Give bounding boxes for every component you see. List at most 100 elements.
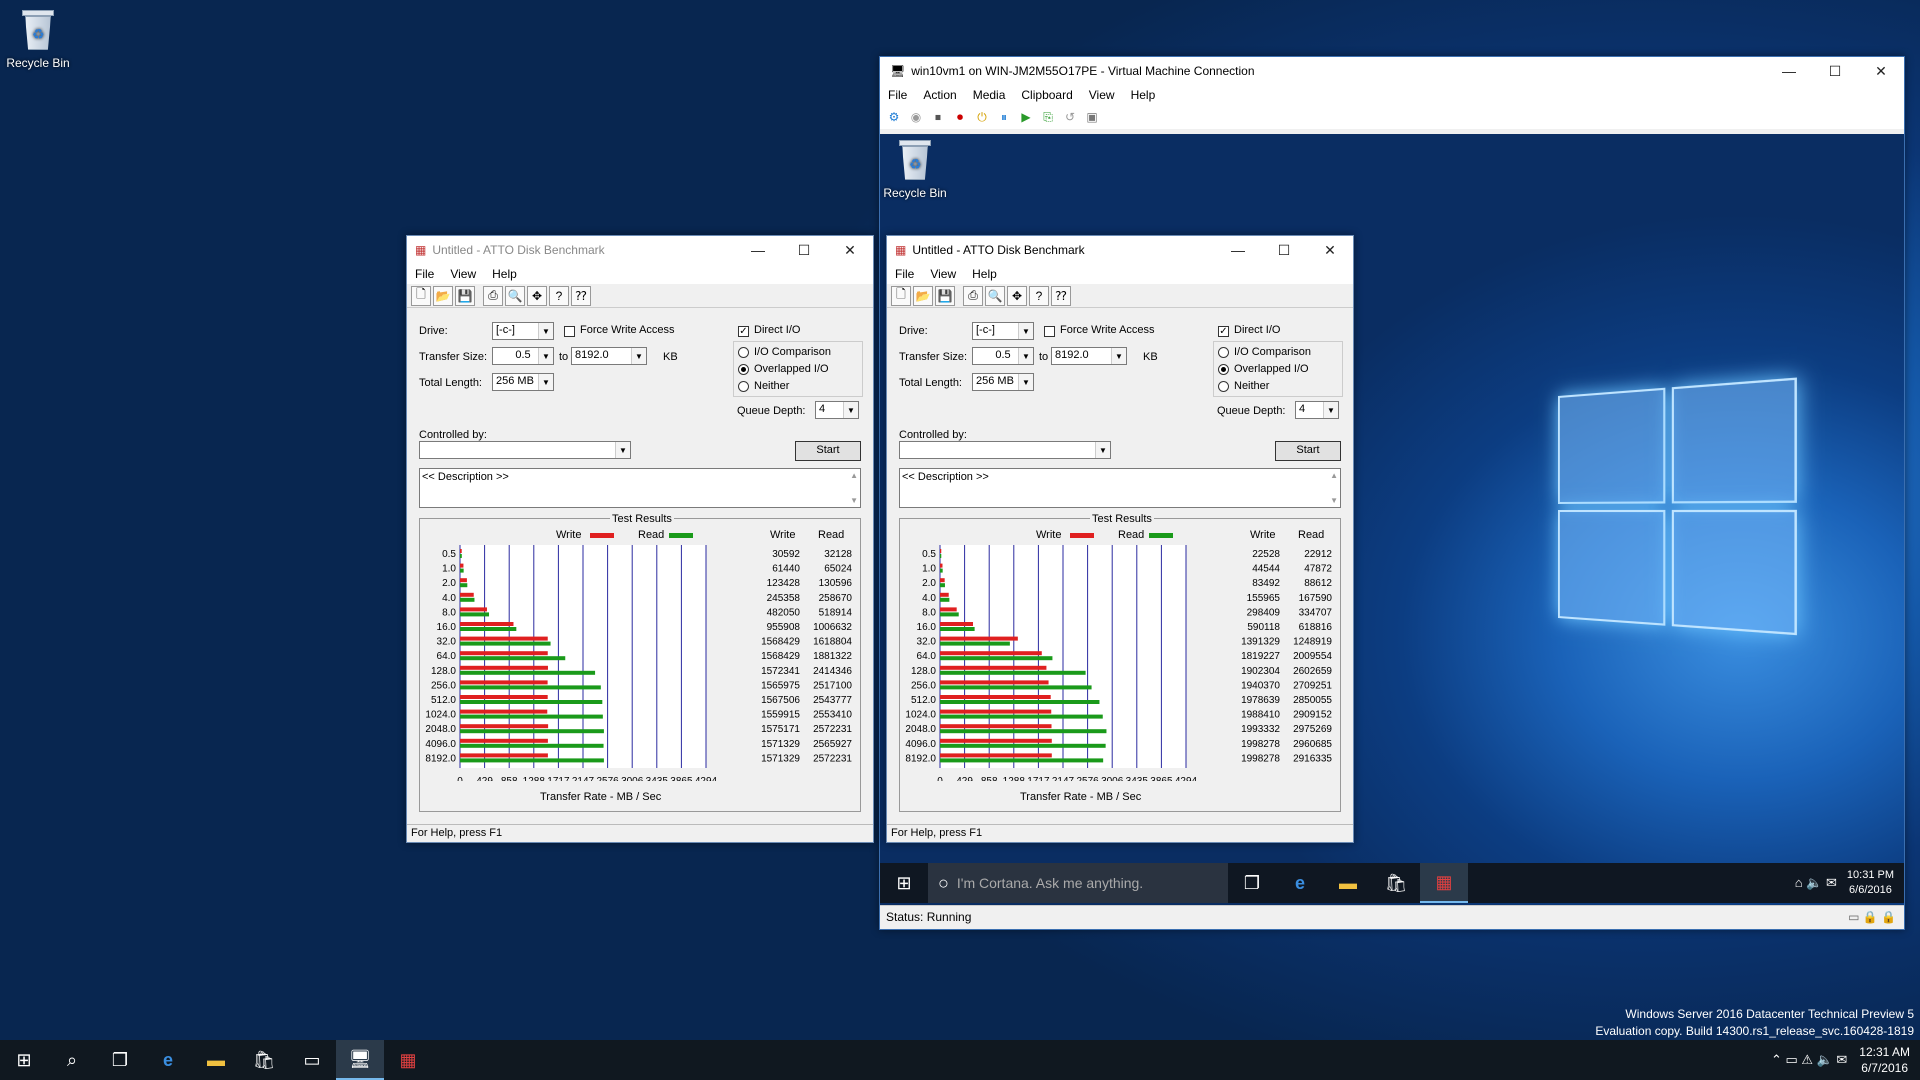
guest-tray-icons[interactable]: ⌂ 🔈 ✉ <box>1795 875 1837 891</box>
vm-menu-clipboard[interactable]: Clipboard <box>1013 88 1080 102</box>
start-button[interactable]: Start <box>1275 441 1341 461</box>
guest-clock-time[interactable]: 10:31 PM <box>1847 868 1894 883</box>
maximize-button[interactable]: ☐ <box>1261 236 1307 264</box>
recycle-bin-icon[interactable]: ♻ Recycle Bin <box>0 10 78 70</box>
overlapped-io-radio[interactable] <box>1218 364 1229 375</box>
direct-io-checkbox[interactable]: ✓ <box>1218 326 1229 337</box>
close-button[interactable]: ✕ <box>1858 57 1904 85</box>
minimize-button[interactable]: — <box>735 236 781 264</box>
close-button[interactable]: ✕ <box>827 236 873 264</box>
vm-menu-media[interactable]: Media <box>965 88 1014 102</box>
total-length-select[interactable]: 256 MB ▼ <box>492 373 554 391</box>
minimize-button[interactable]: — <box>1215 236 1261 264</box>
turn-off-icon[interactable]: ⏹ <box>928 107 948 127</box>
vm-menu-file[interactable]: File <box>880 88 915 102</box>
chevron-down-icon[interactable]: ▼ <box>631 348 646 364</box>
atto-window-left[interactable]: ▦ Untitled - ATTO Disk Benchmark — ☐ ✕ F… <box>406 235 874 843</box>
start-button[interactable]: Start <box>795 441 861 461</box>
checkpoint-icon[interactable]: ⎘ <box>1038 107 1058 127</box>
queue-depth-select[interactable]: 4 ▼ <box>1295 401 1339 419</box>
print-icon[interactable]: ⎙ <box>483 286 503 306</box>
minimize-button[interactable]: — <box>1766 57 1812 85</box>
edge-icon[interactable]: e <box>1276 863 1324 903</box>
guest-clock-date[interactable]: 6/6/2016 <box>1847 883 1894 898</box>
chevron-down-icon[interactable]: ▼ <box>1323 402 1338 418</box>
file-explorer-icon[interactable]: ▬ <box>192 1040 240 1080</box>
chevron-down-icon[interactable]: ▼ <box>1111 348 1126 364</box>
vm-menu-action[interactable]: Action <box>915 88 964 102</box>
save-icon[interactable]: 💾 <box>455 286 475 306</box>
move-icon[interactable]: ✥ <box>527 286 547 306</box>
menu-file[interactable]: File <box>407 267 442 281</box>
maximize-button[interactable]: ☐ <box>781 236 827 264</box>
shutdown-icon[interactable]: ⏺ <box>950 107 970 127</box>
new-icon[interactable]: 🗋 <box>891 286 911 306</box>
edge-icon[interactable]: e <box>144 1040 192 1080</box>
task-view-icon[interactable]: ❐ <box>1228 863 1276 903</box>
start-icon[interactable]: ◉ <box>906 107 926 127</box>
search-icon[interactable]: ⌕ <box>48 1040 96 1080</box>
resume-icon[interactable]: ▶ <box>1016 107 1036 127</box>
drive-select[interactable]: [-c-] ▼ <box>492 322 554 340</box>
controlled-by-select[interactable]: ▼ <box>419 441 631 459</box>
atto-taskbar-icon[interactable]: ▦ <box>1420 863 1468 903</box>
transfer-from-select[interactable]: 0.5 ▼ <box>972 347 1034 365</box>
transfer-to-select[interactable]: 8192.0 ▼ <box>1051 347 1127 365</box>
force-write-checkbox[interactable] <box>564 326 575 337</box>
move-icon[interactable]: ✥ <box>1007 286 1027 306</box>
menu-view[interactable]: View <box>922 267 964 281</box>
save-state-icon[interactable]: ⏻ <box>972 107 992 127</box>
guest-start-icon[interactable]: ⊞ <box>880 863 928 903</box>
ctrl-alt-del-icon[interactable]: ⚙ <box>884 107 904 127</box>
close-button[interactable]: ✕ <box>1307 236 1353 264</box>
neither-radio[interactable] <box>738 381 749 392</box>
context-help-icon[interactable]: ⁇ <box>1051 286 1071 306</box>
cortana-search-box[interactable]: ○ I'm Cortana. Ask me anything. <box>928 863 1228 903</box>
chevron-down-icon[interactable]: ▼ <box>615 442 630 458</box>
revert-icon[interactable]: ↺ <box>1060 107 1080 127</box>
enhanced-session-icon[interactable]: ▣ <box>1082 107 1102 127</box>
queue-depth-select[interactable]: 4 ▼ <box>815 401 859 419</box>
menu-view[interactable]: View <box>442 267 484 281</box>
io-comparison-radio[interactable] <box>738 347 749 358</box>
chevron-down-icon[interactable]: ▼ <box>1018 323 1033 339</box>
drive-select[interactable]: [-c-] ▼ <box>972 322 1034 340</box>
about-icon[interactable]: ? <box>1029 286 1049 306</box>
vm-menu-view[interactable]: View <box>1081 88 1123 102</box>
file-explorer-icon[interactable]: ▬ <box>1324 863 1372 903</box>
open-icon[interactable]: 📂 <box>913 286 933 306</box>
scroll-down-icon[interactable]: ▼ <box>850 496 858 505</box>
atto-window-right[interactable]: ▦ Untitled - ATTO Disk Benchmark — ☐ ✕ F… <box>886 235 1354 843</box>
atto-titlebar[interactable]: ▦ Untitled - ATTO Disk Benchmark — ☐ ✕ <box>407 236 873 264</box>
description-box[interactable]: << Description >> ▲ ▼ <box>419 468 861 508</box>
neither-radio[interactable] <box>1218 381 1229 392</box>
hyperv-icon[interactable]: 🖥 <box>336 1040 384 1080</box>
scroll-down-icon[interactable]: ▼ <box>1330 496 1338 505</box>
new-icon[interactable]: 🗋 <box>411 286 431 306</box>
transfer-from-select[interactable]: 0.5 ▼ <box>492 347 554 365</box>
menu-help[interactable]: Help <box>964 267 1005 281</box>
context-help-icon[interactable]: ⁇ <box>571 286 591 306</box>
store-icon[interactable]: 🛍 <box>240 1040 288 1080</box>
menu-help[interactable]: Help <box>484 267 525 281</box>
chevron-down-icon[interactable]: ▼ <box>1018 348 1033 364</box>
controlled-by-select[interactable]: ▼ <box>899 441 1111 459</box>
about-icon[interactable]: ? <box>549 286 569 306</box>
cmd-icon[interactable]: ▭ <box>288 1040 336 1080</box>
overlapped-io-radio[interactable] <box>738 364 749 375</box>
pause-icon[interactable]: ⏸ <box>994 107 1014 127</box>
chevron-down-icon[interactable]: ▼ <box>538 323 553 339</box>
scroll-up-icon[interactable]: ▲ <box>1330 471 1338 480</box>
chevron-down-icon[interactable]: ▼ <box>1018 374 1033 390</box>
host-clock-date[interactable]: 6/7/2016 <box>1859 1060 1910 1076</box>
atto-titlebar[interactable]: ▦ Untitled - ATTO Disk Benchmark — ☐ ✕ <box>887 236 1353 264</box>
menu-file[interactable]: File <box>887 267 922 281</box>
total-length-select[interactable]: 256 MB ▼ <box>972 373 1034 391</box>
print-preview-icon[interactable]: 🔍 <box>985 286 1005 306</box>
chevron-down-icon[interactable]: ▼ <box>538 348 553 364</box>
transfer-to-select[interactable]: 8192.0 ▼ <box>571 347 647 365</box>
host-clock-time[interactable]: 12:31 AM <box>1859 1044 1910 1060</box>
host-tray-icons[interactable]: ⌃ ▭ ⚠ 🔈 ✉ <box>1771 1052 1847 1068</box>
vm-titlebar[interactable]: 🖥 win10vm1 on WIN-JM2M55O17PE - Virtual … <box>880 57 1904 85</box>
force-write-checkbox[interactable] <box>1044 326 1055 337</box>
